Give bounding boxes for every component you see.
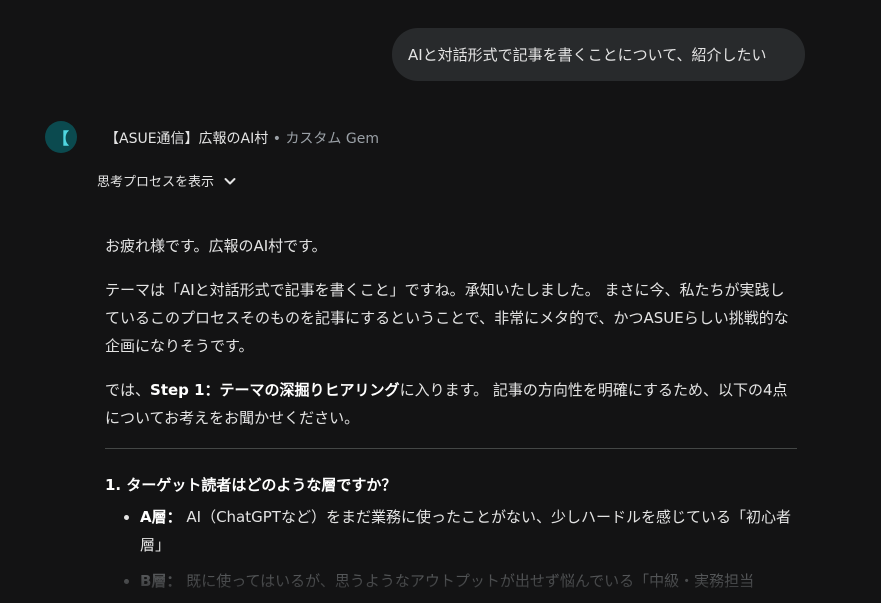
step-prefix: では、 [105, 381, 151, 399]
gem-separator: • [268, 131, 286, 147]
question-1-heading: 1. ターゲット読者はどのような層ですか？ [105, 476, 397, 494]
option-label: B層： [140, 572, 182, 590]
user-message-text: AIと対話形式で記事を書くことについて、紹介したい [408, 46, 767, 64]
chevron-down-icon [224, 177, 236, 184]
user-message-bubble: AIと対話形式で記事を書くことについて、紹介したい [392, 28, 805, 81]
option-list: A層： AI（ChatGPTなど）をまだ業務に使ったことがない、少しハードルを感… [105, 503, 797, 595]
list-item: B層： 既に使ってはいるが、思うようなアウトプットが出せず悩んでいる「中級・実務… [140, 567, 797, 595]
show-thinking-button[interactable]: 思考プロセスを表示 [97, 171, 238, 190]
gem-avatar-glyph: 【 [52, 129, 69, 148]
response-content: お疲れ様です。広報のAI村です。 テーマは「AIと対話形式で記事を書くこと」です… [105, 232, 797, 603]
gem-name: 【ASUE通信】広報のAI村 [105, 131, 269, 147]
divider [105, 448, 797, 449]
gem-type: カスタム Gem [285, 131, 379, 147]
response-step: では、Step 1：テーマの深掘りヒアリングに入ります。 記事の方向性を明確にす… [105, 376, 797, 432]
gem-header: 【ASUE通信】広報のAI村 • カスタム Gem [105, 128, 379, 148]
option-text: AI（ChatGPTなど）をまだ業務に使ったことがない、少しハードルを感じている… [140, 508, 791, 554]
step-title: Step 1：テーマの深掘りヒアリング [150, 381, 400, 399]
gem-avatar: 【 [45, 121, 77, 153]
list-item: A層： AI（ChatGPTなど）をまだ業務に使ったことがない、少しハードルを感… [140, 503, 797, 559]
response-greeting: お疲れ様です。広報のAI村です。 [105, 237, 327, 255]
response-intro: テーマは「AIと対話形式で記事を書くこと」ですね。承知いたしました。 まさに今、… [105, 281, 789, 355]
option-label: A層： [140, 508, 182, 526]
show-thinking-label: 思考プロセスを表示 [97, 175, 215, 190]
option-text: 既に使ってはいるが、思うようなアウトプットが出せず悩んでいる「中級・実務担当 [181, 572, 755, 590]
